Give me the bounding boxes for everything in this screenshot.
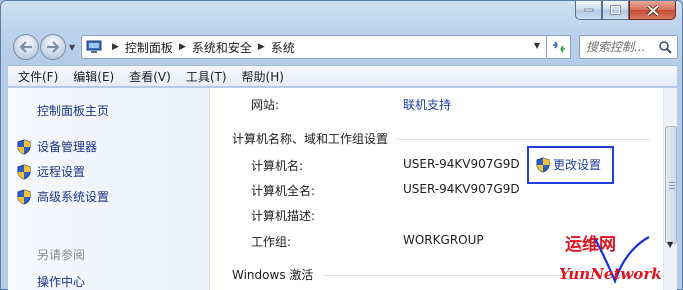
maximize-icon — [610, 5, 621, 15]
thumb-grip — [669, 182, 675, 183]
breadcrumb-separator[interactable]: ▶ — [179, 42, 186, 52]
uac-shield-icon — [17, 138, 31, 155]
menu-help[interactable]: 帮助(H) — [242, 68, 284, 85]
control-panel-home-link[interactable]: 控制面板主页 — [37, 102, 109, 119]
scrollbar-thumb[interactable] — [665, 126, 677, 244]
search-box[interactable] — [579, 35, 678, 59]
close-button[interactable] — [629, 1, 676, 20]
forward-arrow-icon — [47, 41, 60, 53]
menu-view[interactable]: 查看(V) — [129, 68, 171, 85]
breadcrumb-separator: ▶ — [112, 42, 119, 52]
search-icon[interactable] — [658, 40, 672, 54]
watermark-en-text: YunNetwork — [559, 265, 662, 283]
menu-tools[interactable]: 工具(T) — [186, 68, 227, 85]
caption-buttons — [575, 1, 676, 20]
thumb-grip — [669, 188, 675, 189]
remote-settings-link[interactable]: 远程设置 — [16, 163, 85, 180]
windows-activation-heading: Windows 激活 — [232, 268, 314, 282]
close-icon — [646, 4, 659, 16]
computer-name-value: USER-94KV907G9D — [403, 157, 520, 171]
change-settings-label: 更改设置 — [553, 158, 602, 172]
history-dropdown-icon[interactable]: ▼ — [69, 43, 75, 52]
full-computer-name-value: USER-94KV907G9D — [403, 182, 520, 196]
remote-settings-label: 远程设置 — [37, 165, 86, 179]
section-divider — [396, 139, 650, 140]
address-bar[interactable]: ▶ 控制面板 ▶ 系统和安全 ▶ 系统 ▼ — [81, 35, 547, 59]
computer-description-label: 计算机描述: — [251, 209, 316, 223]
uac-shield-icon — [17, 163, 31, 180]
uac-shield-icon — [17, 188, 31, 205]
computer-name-section-heading: 计算机名称、域和工作组设置 — [232, 132, 389, 146]
advanced-system-settings-label: 高级系统设置 — [37, 190, 110, 204]
task-pane: 控制面板主页 设备管理器 远程设置 高级系统设置 另请参阅 操作中心 — [8, 88, 210, 290]
breadcrumb-separator[interactable]: ▶ — [258, 42, 265, 52]
see-also-heading: 另请参阅 — [37, 248, 86, 262]
thumb-grip — [669, 185, 675, 186]
workgroup-value: WORKGROUP — [403, 233, 484, 247]
computer-name-label: 计算机名: — [251, 159, 304, 173]
breadcrumb-system-security[interactable]: 系统和安全 — [192, 39, 252, 56]
minimize-icon — [583, 8, 593, 12]
menu-edit[interactable]: 编辑(E) — [73, 68, 114, 85]
search-input[interactable] — [586, 40, 656, 54]
device-manager-link[interactable]: 设备管理器 — [16, 138, 97, 155]
action-center-link[interactable]: 操作中心 — [37, 273, 85, 290]
advanced-system-settings-link[interactable]: 高级系统设置 — [16, 188, 109, 205]
refresh-icon — [552, 41, 565, 53]
forward-button[interactable] — [40, 34, 66, 60]
menu-bar: 文件(F) 编辑(E) 查看(V) 工具(T) 帮助(H) — [8, 65, 677, 87]
website-label: 网站: — [251, 98, 280, 112]
workgroup-label: 工作组: — [251, 235, 292, 249]
device-manager-label: 设备管理器 — [37, 140, 98, 154]
back-arrow-icon — [19, 41, 32, 53]
back-button[interactable] — [13, 34, 39, 60]
minimize-button[interactable] — [575, 1, 602, 20]
watermark-cn-text: 运维网 — [565, 234, 616, 255]
watermark-logo: 运维网 YunNetwork — [559, 234, 662, 285]
refresh-button[interactable] — [547, 35, 571, 59]
online-support-link[interactable]: 联机支持 — [403, 96, 451, 113]
breadcrumb-system[interactable]: 系统 — [271, 39, 295, 56]
full-computer-name-label: 计算机全名: — [251, 184, 316, 198]
maximize-button[interactable] — [602, 1, 629, 20]
navigation-bar: ▼ ▶ 控制面板 ▶ 系统和安全 ▶ 系统 ▼ — [7, 31, 678, 61]
menu-file[interactable]: 文件(F) — [18, 68, 58, 85]
address-dropdown-icon[interactable]: ▼ — [534, 41, 540, 50]
breadcrumb-control-panel[interactable]: 控制面板 — [125, 39, 173, 56]
uac-shield-icon — [536, 156, 550, 173]
computer-icon — [86, 40, 102, 53]
change-settings-link[interactable]: 更改设置 — [535, 156, 601, 173]
